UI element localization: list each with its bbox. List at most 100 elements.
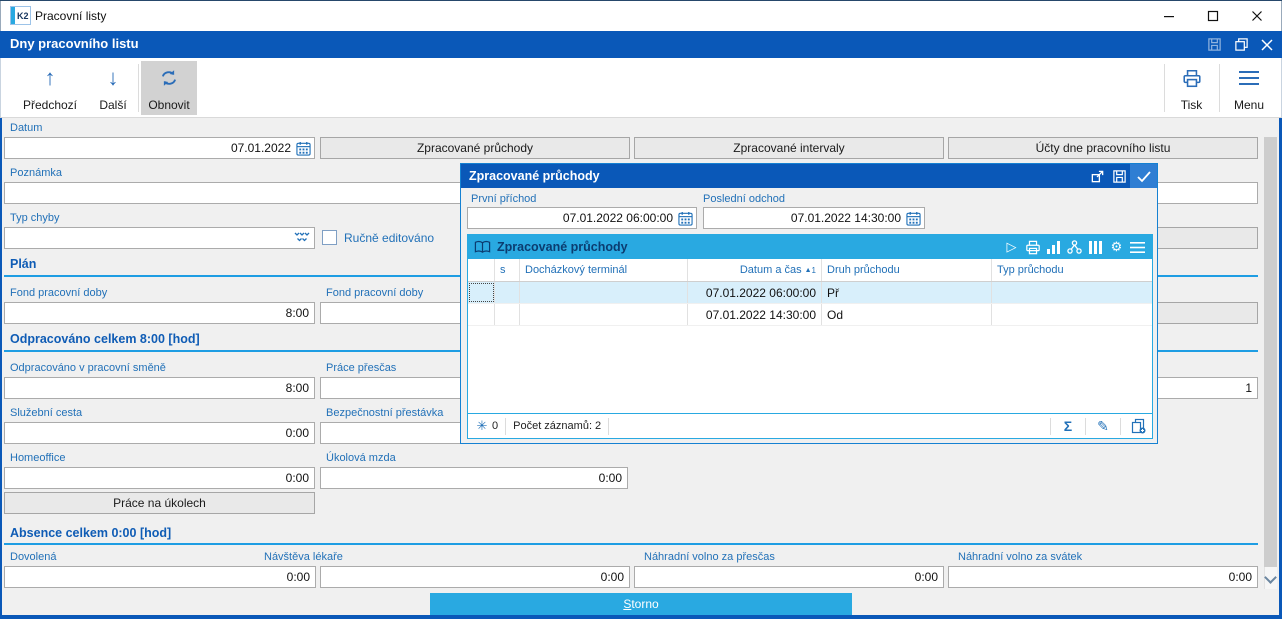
grid-print-button[interactable] xyxy=(1022,235,1043,259)
dropdown-icon[interactable] xyxy=(294,232,310,244)
chart-button[interactable] xyxy=(1043,235,1064,259)
hamburger-menu-icon xyxy=(1238,65,1260,91)
table-row[interactable]: 07.01.2022 14:30:00 Od xyxy=(468,304,1152,326)
ukolova-mzda-input[interactable]: 0:00 xyxy=(320,467,628,489)
datum-value: 07.01.2022 xyxy=(230,141,291,155)
run-button[interactable]: ▷ xyxy=(1001,235,1022,259)
nv-svatek-input[interactable]: 0:00 xyxy=(948,566,1258,588)
column-header-druh[interactable]: Druh průchodu xyxy=(822,259,992,281)
column-header-datetime[interactable]: Datum a čas ▲ 1 xyxy=(688,259,822,281)
odpracovano-label: Odpracováno v pracovní směně xyxy=(10,362,166,374)
fond-left-input[interactable]: 8:00 xyxy=(4,302,315,324)
popout-button[interactable] xyxy=(1086,164,1108,188)
storno-button[interactable]: Storno xyxy=(430,593,852,615)
zpracovane-intervaly-button[interactable]: Zpracované intervaly xyxy=(634,137,944,159)
calendar-icon[interactable] xyxy=(678,211,693,226)
datum-input[interactable]: 07.01.2022 xyxy=(4,137,315,159)
table-row[interactable]: 07.01.2022 06:00:00 Př xyxy=(468,282,1152,304)
nv-prescas-input[interactable]: 0:00 xyxy=(634,566,944,588)
ukolova-mzda-value: 0:00 xyxy=(598,471,622,485)
cell-s xyxy=(495,304,520,325)
odpracovano-input[interactable]: 8:00 xyxy=(4,377,315,399)
minimize-button[interactable] xyxy=(1147,1,1191,31)
zpracovane-pruchody-button[interactable]: Zpracované průchody xyxy=(320,137,630,159)
maximize-button[interactable] xyxy=(1191,1,1235,31)
typ-chyby-combo[interactable] xyxy=(4,227,315,249)
posledni-odchod-value: 07.01.2022 14:30:00 xyxy=(790,211,901,225)
save-icon xyxy=(1207,38,1221,51)
zpracovane-pruchody-dialog: Zpracované průchody První příchod 07.01.… xyxy=(460,163,1158,444)
prace-prescas-label: Práce přesčas xyxy=(326,362,397,374)
related-records-button[interactable] xyxy=(1064,235,1085,259)
previous-button[interactable]: ↑ Předchozí xyxy=(11,61,89,115)
ucty-dne-button[interactable]: Účty dne pracovního listu xyxy=(948,137,1258,159)
app-logo-icon: K2 xyxy=(10,6,31,25)
bar-chart-icon xyxy=(1046,240,1060,254)
dialog-save-button[interactable] xyxy=(1108,164,1130,188)
scrollbar-thumb[interactable] xyxy=(1264,137,1277,567)
grid-menu-button[interactable] xyxy=(1127,235,1148,259)
prvni-prichod-input[interactable]: 07.01.2022 06:00:00 xyxy=(467,207,697,229)
restore-window-button[interactable] xyxy=(1232,36,1250,53)
close-icon xyxy=(1261,38,1273,51)
posledni-odchod-label: Poslední odchod xyxy=(703,193,785,205)
status-separator xyxy=(608,417,610,435)
grid-settings-button[interactable]: ⚙ xyxy=(1106,235,1127,259)
hamburger-menu-icon xyxy=(1130,241,1145,253)
status-separator xyxy=(1120,417,1121,435)
sum-button[interactable]: Σ xyxy=(1058,418,1078,434)
cell-terminal xyxy=(520,304,688,325)
prace-na-ukolech-button[interactable]: Práce na úkolech xyxy=(4,492,315,514)
column-header-selector[interactable] xyxy=(468,259,495,281)
prvni-prichod-value: 07.01.2022 06:00:00 xyxy=(562,211,673,225)
toolbar: ↑ Předchozí ↓ Další Obnovit Tisk Menu xyxy=(0,58,1282,118)
odpracovano-value: 8:00 xyxy=(285,381,309,395)
restore-icon xyxy=(1234,38,1248,51)
dialog-title: Zpracované průchody xyxy=(469,169,600,183)
toolbar-separator xyxy=(138,64,139,112)
nv-svatek-label: Náhradní volno za svátek xyxy=(958,551,1083,563)
homeoffice-label: Homeoffice xyxy=(10,452,66,464)
form-caption-title: Dny pracovního listu xyxy=(10,36,139,51)
sluzebni-cesta-input[interactable]: 0:00 xyxy=(4,422,315,444)
status-separator xyxy=(1085,417,1086,435)
section-rule xyxy=(4,543,1258,545)
print-label: Tisk xyxy=(1180,98,1203,112)
window-border xyxy=(0,615,1282,619)
rucne-editovano-checkbox[interactable] xyxy=(322,230,337,245)
edit-button[interactable]: ✎ xyxy=(1093,418,1113,435)
refresh-button[interactable]: Obnovit xyxy=(141,61,197,115)
popout-icon xyxy=(1091,170,1103,182)
close-button[interactable] xyxy=(1235,1,1279,31)
form-caption-bar: Dny pracovního listu xyxy=(0,31,1282,58)
cell-datetime: 07.01.2022 14:30:00 xyxy=(688,304,822,325)
posledni-odchod-input[interactable]: 07.01.2022 14:30:00 xyxy=(703,207,925,229)
row-selector-cell[interactable] xyxy=(468,304,495,325)
homeoffice-input[interactable]: 0:00 xyxy=(4,467,315,489)
cell-druh: Př xyxy=(822,282,992,303)
navsteva-input[interactable]: 0:00 xyxy=(320,566,630,588)
calendar-icon[interactable] xyxy=(906,211,921,226)
menu-button[interactable]: Menu xyxy=(1223,61,1275,115)
column-header-s[interactable]: s xyxy=(495,259,520,281)
save-record-button[interactable] xyxy=(1205,36,1223,53)
column-header-typ[interactable]: Typ průchodu xyxy=(992,259,1152,281)
grid-header-row: s Docházkový terminál Datum a čas ▲ 1 Dr… xyxy=(468,259,1152,282)
typ-chyby-label: Typ chyby xyxy=(10,212,60,224)
columns-button[interactable] xyxy=(1085,235,1106,259)
dovolena-label: Dovolená xyxy=(10,551,57,563)
print-button[interactable]: Tisk xyxy=(1168,61,1215,115)
row-selector-cell[interactable] xyxy=(468,282,495,303)
dovolena-input[interactable]: 0:00 xyxy=(4,566,316,588)
next-button[interactable]: ↓ Další xyxy=(91,61,135,115)
copy-record-button[interactable] xyxy=(1128,418,1148,434)
column-header-terminal[interactable]: Docházkový terminál xyxy=(520,259,688,281)
calendar-icon[interactable] xyxy=(296,141,311,156)
datum-label: Datum xyxy=(10,122,43,134)
grid-status-bar: ✳ 0 Počet záznamů: 2 Σ ✎ xyxy=(468,413,1152,438)
dialog-confirm-button[interactable] xyxy=(1130,164,1157,188)
close-form-button[interactable] xyxy=(1258,36,1276,53)
pending-count: 0 xyxy=(492,420,499,432)
cell-datetime: 07.01.2022 06:00:00 xyxy=(688,282,822,303)
passages-grid: Zpracované průchody ▷ ⚙ s Docházkový ter… xyxy=(467,234,1153,439)
